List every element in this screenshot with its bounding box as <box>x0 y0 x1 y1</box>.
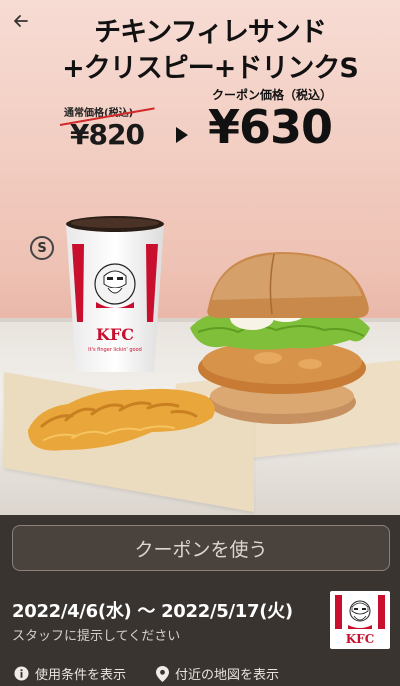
footer-links: 使用条件を表示 付近の地図を表示 <box>0 661 400 686</box>
cup-tagline-text: It's finger lickin' good <box>88 347 142 353</box>
kfc-logo-text: KFC <box>346 632 375 646</box>
map-pin-icon <box>156 665 169 682</box>
coupon-price: ¥630 <box>208 100 333 154</box>
present-to-staff-note: スタッフに提示してください <box>12 629 181 644</box>
coupon-action-panel: クーポンを使う 2022/4/6(水) 〜 2022/5/17(火) スタッフに… <box>0 515 400 686</box>
coupon-hero-image: チキンフィレサンド +クリスピー+ドリンクS 通常価格(税込) ¥820 クーポ… <box>0 0 400 515</box>
view-nearby-map-label: 付近の地図を表示 <box>175 668 280 683</box>
kfc-logo: KFC <box>330 591 390 649</box>
view-terms-link[interactable]: 使用条件を表示 <box>14 664 126 683</box>
crispy-chicken-image <box>28 388 215 451</box>
use-coupon-button[interactable]: クーポンを使う <box>12 525 390 571</box>
validity-period: 2022/4/6(水) 〜 2022/5/17(火) <box>12 601 293 622</box>
back-arrow-icon <box>14 15 28 27</box>
view-nearby-map-link[interactable]: 付近の地図を表示 <box>156 664 279 683</box>
drink-cup-image: KFC It's finger lickin' good <box>66 216 164 372</box>
product-title-line1: チキンフィレサンド <box>94 17 327 48</box>
back-button[interactable] <box>8 8 34 34</box>
colonel-logo-icon: KFC <box>335 595 385 646</box>
cup-brand-text: KFC <box>96 325 134 344</box>
info-icon <box>14 666 29 681</box>
view-terms-label: 使用条件を表示 <box>35 668 127 683</box>
product-title-line2: +クリスピー+ドリンクS <box>62 53 359 84</box>
price-arrow-icon <box>176 127 188 143</box>
regular-price: ¥820 <box>70 118 145 151</box>
drink-size-badge: S <box>30 236 54 260</box>
